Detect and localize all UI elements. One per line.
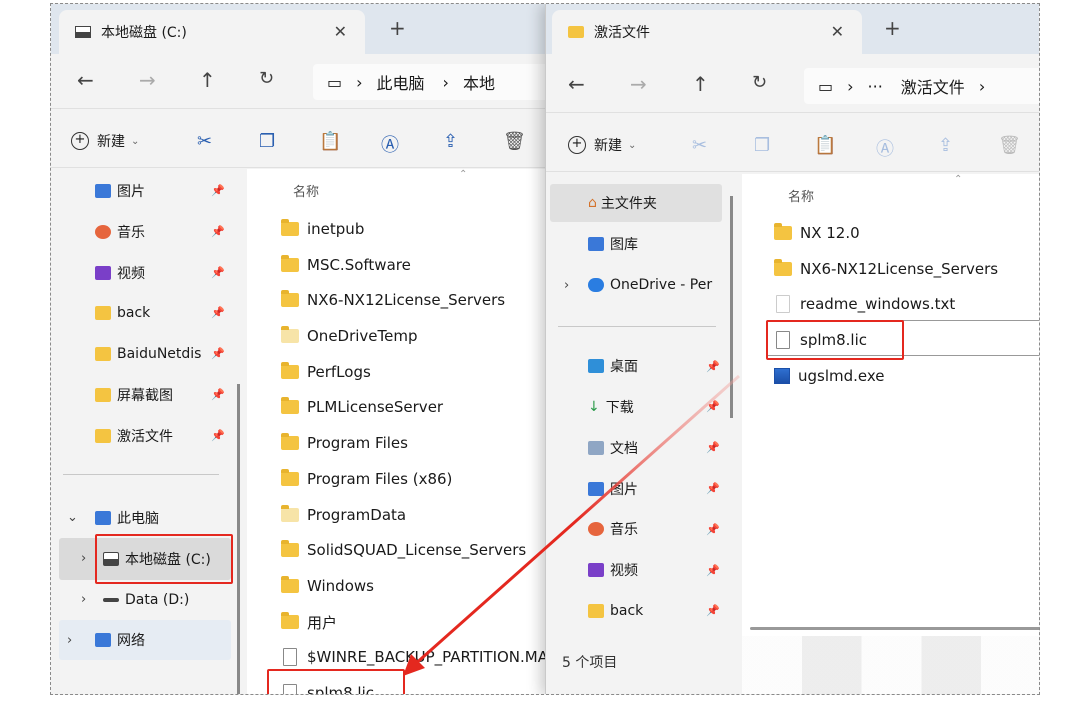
drag-arrow: [403, 374, 740, 676]
arrow-line: [412, 374, 740, 668]
screenshot-frame: 本地磁盘 (C:) ✕ + ← → ↑ ↻ ▭ › 此电脑 › 本地 + 新建 …: [50, 3, 1040, 695]
